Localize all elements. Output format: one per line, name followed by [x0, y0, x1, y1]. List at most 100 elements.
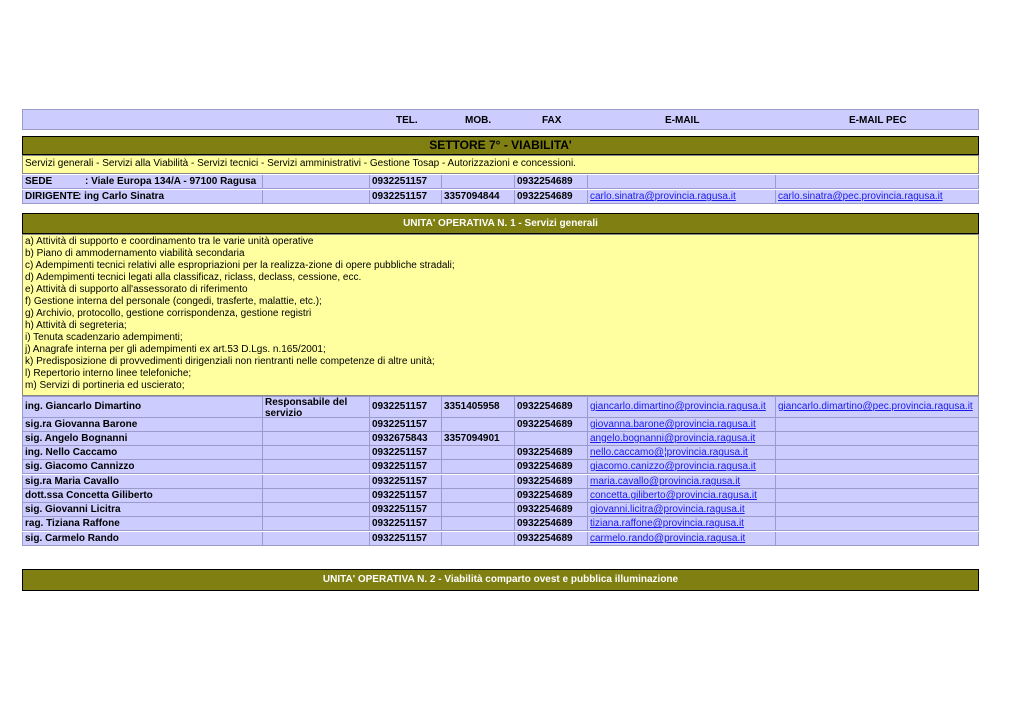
staff-email-pec: [776, 475, 978, 488]
staff-tel: 0932251157: [370, 517, 442, 530]
settore-description-text: Servizi generali - Servizi alla Viabilit…: [25, 158, 576, 169]
staff-role: [263, 517, 370, 530]
dirigente-cell: DIRIGENTE : ing Carlo Sinatra: [23, 190, 263, 203]
sede-label: SEDE: [25, 176, 53, 187]
staff-mob: [442, 475, 515, 488]
staff-tel: 0932251157: [370, 503, 442, 516]
staff-name: dott.ssa Concetta Giliberto: [23, 489, 263, 502]
staff-fax: 0932254689: [515, 517, 588, 530]
staff-tel: 0932251157: [370, 475, 442, 488]
staff-mob: [442, 460, 515, 473]
duty-item: a) Attività di supporto e coordinamento …: [25, 236, 314, 247]
dirigente-fax: 0932254689: [515, 190, 588, 203]
duty-item: d) Adempimenti tecnici legati alla class…: [25, 272, 362, 283]
staff-name: sig. Giacomo Cannizzo: [23, 460, 263, 473]
staff-mob: [442, 517, 515, 530]
duty-item: m) Servizi di portineria ed uscierato;: [25, 380, 185, 391]
column-header-mob: MOB.: [465, 115, 492, 126]
staff-name: sig. Giovanni Licitra: [23, 503, 263, 516]
staff-fax: 0932254689: [515, 503, 588, 516]
staff-name: ing. Nello Caccamo: [23, 446, 263, 459]
staff-tel: 0932251157: [370, 418, 442, 431]
staff-email-pec-link[interactable]: giancarlo.dimartino@pec.provincia.ragusa…: [776, 397, 978, 417]
uo1-duties: a) Attività di supporto e coordinamento …: [22, 234, 979, 396]
sede-role: [263, 175, 370, 188]
uo2-title-text: UNITA' OPERATIVA N. 2 - Viabilità compar…: [322, 574, 679, 585]
duty-item: e) Attività di supporto all'assessorato …: [25, 284, 248, 295]
dirigente-row: DIRIGENTE : ing Carlo Sinatra 0932251157…: [22, 190, 979, 204]
dirigente-email-pec-link[interactable]: carlo.sinatra@pec.provincia.ragusa.it: [776, 190, 978, 203]
staff-row: dott.ssa Concetta Giliberto 0932251157 0…: [22, 489, 979, 503]
staff-role: [263, 418, 370, 431]
staff-email-pec: [776, 489, 978, 502]
staff-email-pec: [776, 503, 978, 516]
staff-email-link[interactable]: carmelo.rando@provincia.ragusa.it: [588, 532, 776, 545]
uo1-title-text: UNITA' OPERATIVA N. 1 - Servizi generali: [403, 218, 598, 229]
duty-item: k) Predisposizione di provvedimenti diri…: [25, 356, 435, 367]
sede-email: [588, 175, 776, 188]
staff-row: ing. Giancarlo Dimartino Responsabile de…: [22, 396, 979, 418]
staff-mob: 3351405958: [442, 397, 515, 417]
staff-tel: 0932251157: [370, 397, 442, 417]
staff-email-link[interactable]: concetta.giliberto@provincia.ragusa.it: [588, 489, 776, 502]
staff-email-link[interactable]: giancarlo.dimartino@provincia.ragusa.it: [588, 397, 776, 417]
duty-item: c) Adempimenti tecnici relativi alle esp…: [25, 260, 455, 271]
staff-tel: 0932251157: [370, 460, 442, 473]
staff-email-pec: [776, 460, 978, 473]
staff-email-pec: [776, 517, 978, 530]
staff-email-link[interactable]: angelo.bognanni@provincia.ragusa.it: [588, 432, 776, 445]
staff-email-pec: [776, 532, 978, 545]
staff-tel: 0932251157: [370, 532, 442, 545]
duty-item: l) Repertorio interno linee telefoniche;: [25, 368, 192, 379]
staff-row: sig.ra Maria Cavallo 0932251157 09322546…: [22, 475, 979, 489]
settore-title-text: SETTORE 7° - VIABILITA': [429, 138, 572, 152]
settore-title: SETTORE 7° - VIABILITA': [22, 136, 979, 155]
staff-role: [263, 460, 370, 473]
staff-fax: 0932254689: [515, 397, 588, 417]
sede-cell: SEDE : Viale Europa 134/A - 97100 Ragusa: [23, 175, 263, 188]
staff-name: ing. Giancarlo Dimartino: [23, 397, 263, 417]
column-header-email: E-MAIL: [665, 115, 700, 126]
staff-email-link[interactable]: maria.cavallo@provincia.ragusa.it: [588, 475, 776, 488]
dirigente-email-link[interactable]: carlo.sinatra@provincia.ragusa.it: [588, 190, 776, 203]
sede-mob: [442, 175, 515, 188]
column-header-fax: FAX: [542, 115, 562, 126]
staff-fax: 0932254689: [515, 532, 588, 545]
staff-role: [263, 446, 370, 459]
column-header-email-pec: E-MAIL PEC: [849, 115, 907, 126]
staff-email-link[interactable]: giacomo.canizzo@provincia.ragusa.it: [588, 460, 776, 473]
staff-email-link[interactable]: giovanna.barone@provincia.ragusa.it: [588, 418, 776, 431]
staff-email-link[interactable]: giovanni.licitra@provincia.ragusa.it: [588, 503, 776, 516]
staff-mob: [442, 532, 515, 545]
staff-role: [263, 489, 370, 502]
sede-tel: 0932251157: [370, 175, 442, 188]
dirigente-mob: 3357094844: [442, 190, 515, 203]
staff-fax: 0932254689: [515, 460, 588, 473]
staff-email-link[interactable]: nello.caccamo@¦provincia.ragusa.it: [588, 446, 776, 459]
staff-row: rag. Tiziana Raffone 0932251157 09322546…: [22, 517, 979, 531]
staff-email-link[interactable]: tiziana.raffone@provincia.ragusa.it: [588, 517, 776, 530]
staff-row: sig. Angelo Bognanni 0932675843 33570949…: [22, 432, 979, 446]
staff-name: rag. Tiziana Raffone: [23, 517, 263, 530]
staff-email-pec: [776, 446, 978, 459]
staff-email-pec: [776, 432, 978, 445]
sede-row: SEDE : Viale Europa 134/A - 97100 Ragusa…: [22, 175, 979, 189]
staff-role: [263, 503, 370, 516]
staff-role: Responsabile del servizio: [263, 397, 370, 417]
duty-item: i) Tenuta scadenzario adempimenti;: [25, 332, 183, 343]
sede-fax: 0932254689: [515, 175, 588, 188]
staff-row: sig.ra Giovanna Barone 0932251157 093225…: [22, 418, 979, 432]
duty-item: j) Anagrafe interna per gli adempimenti …: [25, 344, 326, 355]
staff-role: [263, 432, 370, 445]
staff-fax: 0932254689: [515, 489, 588, 502]
staff-tel: 0932251157: [370, 446, 442, 459]
staff-row: sig. Giovanni Licitra 0932251157 0932254…: [22, 503, 979, 517]
staff-name: sig. Carmelo Rando: [23, 532, 263, 545]
settore-description: Servizi generali - Servizi alla Viabilit…: [22, 155, 979, 174]
staff-mob: 3357094901: [442, 432, 515, 445]
staff-mob: [442, 503, 515, 516]
column-header-tel: TEL.: [396, 115, 418, 126]
staff-role: [263, 475, 370, 488]
dirigente-value: : ing Carlo Sinatra: [78, 191, 165, 202]
staff-row: sig. Carmelo Rando 0932251157 0932254689…: [22, 532, 979, 546]
